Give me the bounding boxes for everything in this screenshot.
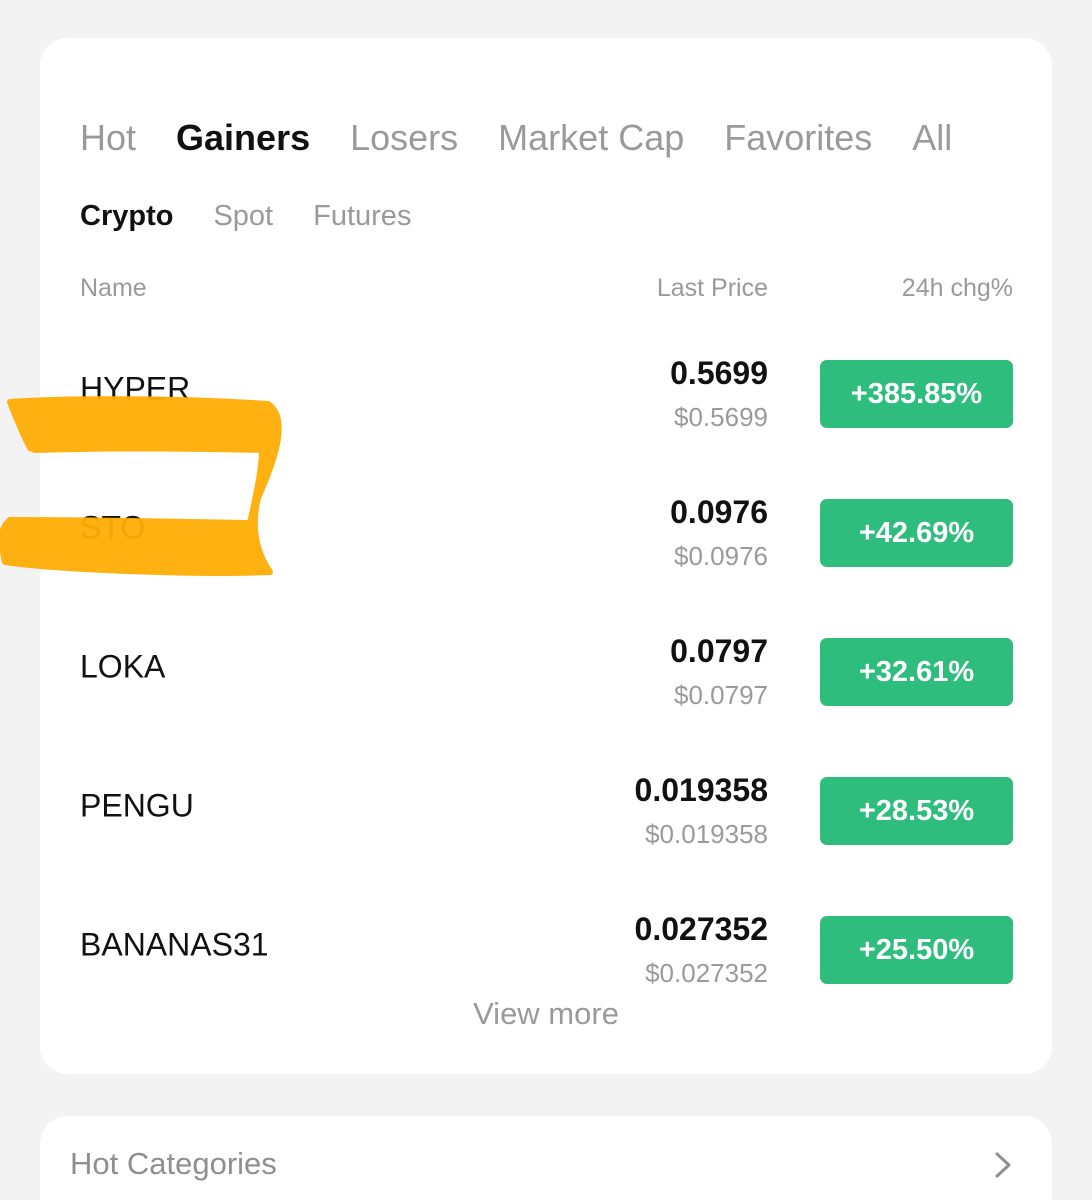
tab-gainers[interactable]: Gainers: [176, 112, 310, 164]
coin-name: HYPER: [80, 370, 191, 406]
usd-price: $0.0797: [674, 680, 768, 710]
tab-hot[interactable]: Hot: [80, 112, 136, 164]
last-price: 0.0976: [670, 494, 768, 530]
usd-price: $0.0976: [674, 541, 768, 571]
table-row[interactable]: HYPER 0.5699 $0.5699 +385.85%: [40, 319, 1052, 458]
table-row[interactable]: PENGU 0.019358 $0.019358 +28.53%: [40, 736, 1052, 875]
coin-name: STO: [80, 509, 146, 545]
subtab-crypto[interactable]: Crypto: [80, 196, 173, 236]
market-card: Hot Gainers Losers Market Cap Favorites All C…: [40, 38, 1052, 1074]
tab-market-cap[interactable]: Market Cap: [498, 112, 684, 164]
last-price: 0.019358: [634, 772, 768, 808]
coin-name: PENGU: [80, 787, 194, 823]
last-price: 0.0797: [670, 633, 768, 669]
tab-losers[interactable]: Losers: [350, 112, 458, 164]
coin-name: BANANAS31: [80, 926, 269, 962]
change-badge: +42.69%: [820, 499, 1013, 567]
change-badge: +32.61%: [820, 638, 1013, 706]
subtab-futures[interactable]: Futures: [313, 196, 411, 236]
hot-categories-title: Hot Categories: [70, 1146, 277, 1181]
table-row[interactable]: STO 0.0976 $0.0976 +42.69%: [40, 458, 1052, 597]
change-badge: +25.50%: [820, 916, 1013, 984]
table-row[interactable]: BANANAS31 0.027352 $0.027352 +25.50%: [40, 875, 1052, 1014]
tab-all[interactable]: All: [912, 112, 952, 164]
usd-price: $0.5699: [674, 402, 768, 432]
view-more-link[interactable]: View more: [40, 996, 1052, 1032]
app-screen: Hot Gainers Losers Market Cap Favorites All C…: [0, 0, 1092, 1200]
column-header-name[interactable]: Name: [80, 270, 147, 306]
tab-favorites[interactable]: Favorites: [724, 112, 872, 164]
usd-price: $0.019358: [645, 819, 768, 849]
market-tabs: Hot Gainers Losers Market Cap Favorites All: [80, 112, 1052, 164]
last-price: 0.5699: [670, 355, 768, 391]
table-row[interactable]: LOKA 0.0797 $0.0797 +32.61%: [40, 597, 1052, 736]
subtab-spot[interactable]: Spot: [213, 196, 273, 236]
market-subtabs: Crypto Spot Futures: [80, 196, 451, 236]
change-badge: +385.85%: [820, 360, 1013, 428]
change-badge: +28.53%: [820, 777, 1013, 845]
column-header-last-price[interactable]: Last Price: [657, 270, 768, 306]
column-header-change[interactable]: 24h chg%: [902, 270, 1013, 306]
hot-categories-card[interactable]: Hot Categories: [40, 1116, 1052, 1200]
usd-price: $0.027352: [645, 958, 768, 988]
chevron-right-icon: [995, 1152, 1011, 1178]
coin-name: LOKA: [80, 648, 166, 684]
last-price: 0.027352: [634, 911, 768, 947]
